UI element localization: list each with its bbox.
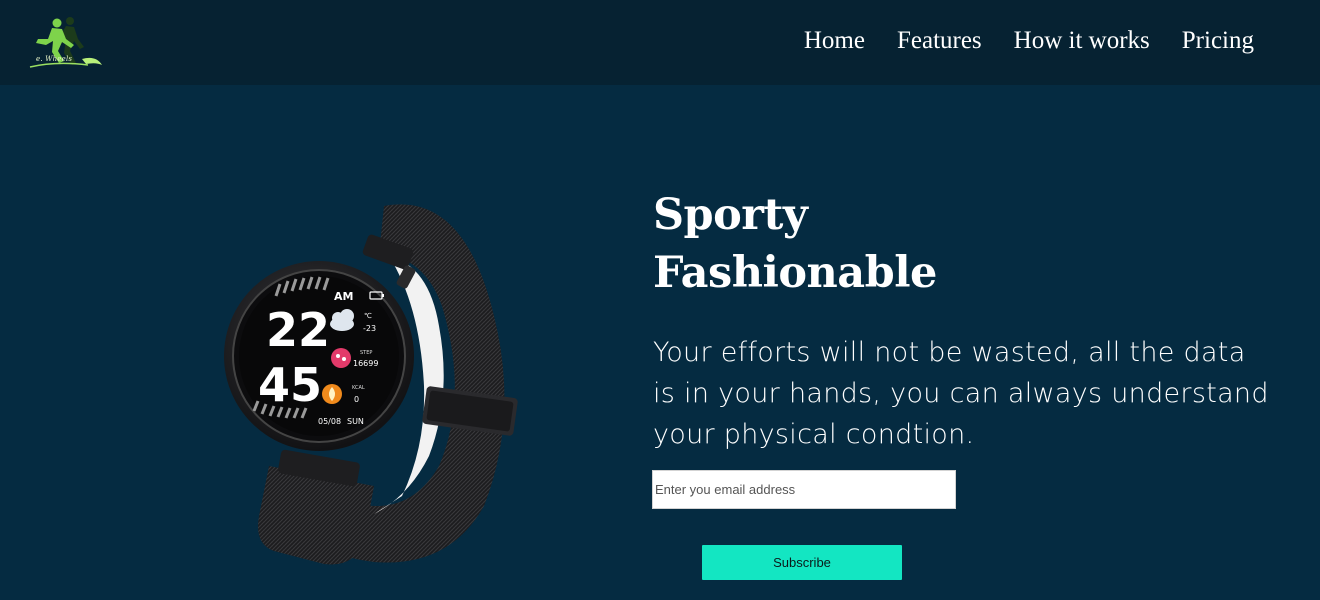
hero-tagline-line1: Your efforts will not be wasted, all the… xyxy=(653,337,1246,368)
subscribe-button[interactable]: Subscribe xyxy=(702,545,902,580)
smartwatch-product-image: AM 22 45 ℃ -23 STEP 16699 KCAL 0 05/08 S… xyxy=(224,204,518,565)
hero-tagline: Your efforts will not be wasted, all the… xyxy=(653,332,1320,455)
watch-temp-value: -23 xyxy=(363,324,376,333)
hero-tagline-line2: is in your hands, you can always underst… xyxy=(653,378,1269,409)
nav-link-features[interactable]: Features xyxy=(897,26,982,56)
watch-step-label: STEP xyxy=(360,350,372,356)
top-navbar: e. Wheels Home Features How it works Pri… xyxy=(0,0,1320,85)
watch-time-minute: 45 xyxy=(258,358,322,412)
nav-link-how-it-works[interactable]: How it works xyxy=(1014,26,1150,56)
watch-kcal-value: 0 xyxy=(354,395,359,404)
watch-time-hour: 22 xyxy=(266,303,330,357)
brand-logo-text: e. Wheels xyxy=(36,55,73,63)
watch-temp-unit: ℃ xyxy=(364,312,372,320)
watch-step-value: 16699 xyxy=(353,359,378,368)
watch-ampm: AM xyxy=(334,290,353,303)
hero-tagline-line3: your physical condtion. xyxy=(653,419,975,450)
hero-headline: Sporty Fashionable xyxy=(653,186,937,302)
watch-weekday: SUN xyxy=(347,417,364,426)
hero-headline-line1: Sporty xyxy=(653,190,808,240)
main-nav: Home Features How it works Pricing xyxy=(804,26,1254,56)
brand-logo[interactable]: e. Wheels xyxy=(26,15,106,71)
flame-icon xyxy=(322,384,342,404)
nav-link-home[interactable]: Home xyxy=(804,26,865,56)
watch-kcal-label: KCAL xyxy=(352,385,365,391)
watch-date: 05/08 xyxy=(318,417,341,426)
nav-link-pricing[interactable]: Pricing xyxy=(1182,26,1254,56)
email-input[interactable] xyxy=(652,470,956,509)
hero-headline-line2: Fashionable xyxy=(653,248,937,298)
steps-icon xyxy=(331,348,351,368)
